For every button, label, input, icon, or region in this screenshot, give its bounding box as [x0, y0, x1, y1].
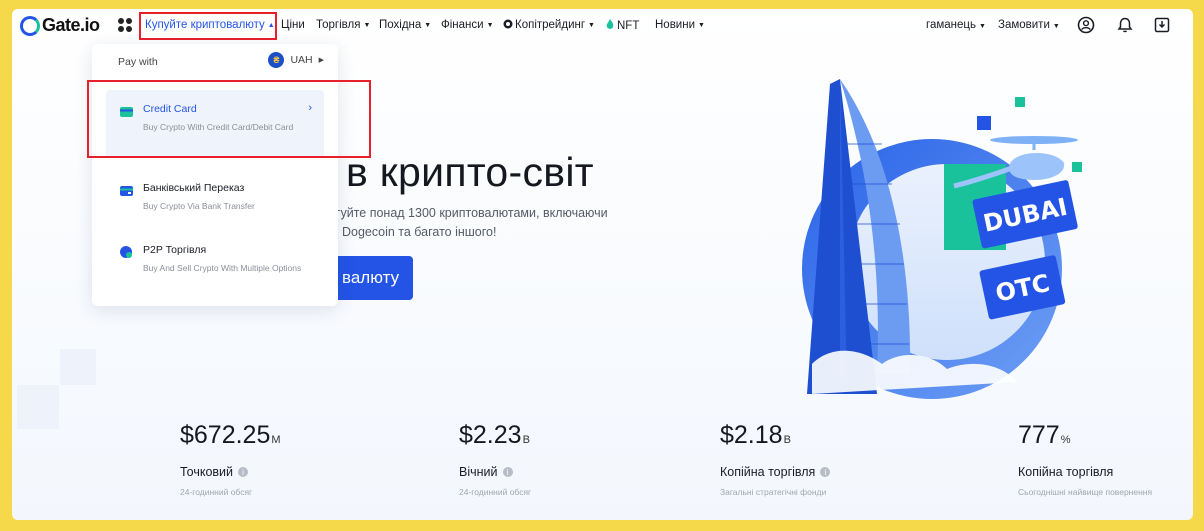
stat-spot-number: $672.25	[180, 421, 271, 449]
p2p-title: P2P Торгівля	[143, 244, 207, 256]
currency-selector[interactable]: ₴ UAH ▶	[268, 52, 324, 68]
nav-finance-label: Фінанси	[441, 19, 484, 31]
apps-icon[interactable]	[118, 18, 132, 32]
nav-prices[interactable]: Ціни	[281, 19, 305, 31]
nav-derivatives-label: Похідна	[379, 19, 422, 31]
chevron-down-icon: ▼	[978, 23, 986, 30]
stat-perpetual: $2.23B Вічний i 24-годинний обсяг	[459, 421, 531, 497]
info-icon[interactable]: i	[820, 467, 831, 477]
bell-icon[interactable]	[1116, 16, 1134, 34]
info-icon[interactable]: i	[238, 467, 249, 477]
download-icon[interactable]	[1153, 16, 1171, 34]
stat-spot-label: Точковий i	[180, 465, 249, 479]
nav-trade-label: Торгівля	[316, 19, 361, 31]
wallet-label: гаманець	[926, 19, 976, 31]
nav-news-label: Новини	[655, 19, 696, 31]
wallet-menu[interactable]: гаманець ▼	[926, 19, 986, 31]
menu-item-bank-transfer[interactable]: Банківський Переказ Buy Crypto Via Bank …	[106, 170, 324, 220]
nav-nft-label: NFT	[617, 20, 640, 32]
chevron-down-icon: ▼	[486, 22, 494, 29]
currency-label: UAH	[290, 54, 313, 66]
stat-copy-return-description: Сьогоднішні найвище повернення	[1018, 487, 1153, 497]
bank-transfer-title: Банківський Переказ	[143, 182, 245, 194]
chevron-down-icon: ▼	[424, 22, 432, 29]
stat-copy-return-label: Копійна торгівля	[1018, 465, 1113, 479]
stat-spot: $672.25M Точковий i 24-годинний обсяг	[180, 421, 281, 497]
page-frame: Gate.io Купуйте криптовалюту ▲ Ціни Торгі…	[12, 9, 1193, 520]
copy-trading-icon	[503, 19, 513, 29]
pay-with-label: Pay with	[118, 56, 158, 68]
chevron-down-icon: ▼	[363, 22, 371, 29]
stat-copy-return-label-text: Копійна торгівля	[1018, 465, 1114, 479]
nav-trade[interactable]: Торгівля ▼	[316, 19, 370, 31]
hero-title: в крипто-світ	[346, 149, 594, 195]
stat-copy-trading-funds: $2.18B Копійна торгівля i Загальні страте…	[720, 421, 831, 497]
stat-copy-funds-unit: B	[783, 434, 791, 446]
stat-perpetual-description: 24-годинний обсяг	[459, 487, 532, 497]
stat-copy-funds-label-text: Копійна торгівля	[720, 465, 816, 479]
stat-copy-funds-description: Загальні стратегічні фонди	[720, 487, 827, 497]
stat-perpetual-number: $2.23	[459, 421, 522, 449]
nav-nft[interactable]: NFT	[606, 19, 639, 32]
p2p-icon	[120, 246, 132, 258]
hero-subtitle-line-1: оргуйте понад 1300 криптовалютами, включ…	[322, 206, 608, 220]
gate-logo-icon	[20, 15, 40, 36]
nav-prices-label: Ціни	[281, 19, 305, 31]
bank-transfer-icon	[120, 186, 133, 196]
chevron-right-icon: ▶	[318, 57, 324, 64]
stat-perpetual-unit: B	[522, 434, 530, 446]
hero-subtitle-line-2: Dogecoin та багато іншого!	[342, 225, 497, 239]
dubai-otc-illustration: DUBAI OTC	[802, 79, 1082, 399]
chevron-down-icon: ▼	[698, 22, 705, 29]
stat-spot-description: 24-годинний обсяг	[180, 487, 253, 497]
flame-icon	[606, 19, 614, 29]
nav-news[interactable]: Новини ▼	[655, 19, 705, 31]
chevron-down-icon: ▼	[588, 22, 595, 29]
stat-copy-funds-number: $2.18	[720, 421, 783, 449]
nav-finance[interactable]: Фінанси ▼	[441, 19, 494, 31]
gate-logo[interactable]: Gate.io	[20, 15, 100, 36]
nav-copy-trading[interactable]: Копітрейдинг ▼	[503, 19, 595, 31]
orders-label: Замовити	[998, 19, 1050, 31]
nav-derivatives[interactable]: Похідна ▼	[379, 19, 431, 31]
orders-menu[interactable]: Замовити ▼	[998, 19, 1060, 31]
stat-copy-return-unit: %	[1060, 434, 1071, 446]
highlight-box-buy-crypto	[139, 12, 277, 40]
user-icon[interactable]	[1077, 16, 1095, 34]
menu-item-p2p[interactable]: P2P Торгівля Buy And Sell Crypto With Mu…	[106, 230, 324, 290]
info-icon[interactable]: i	[502, 467, 513, 477]
stat-copy-return-value: 777%	[1018, 421, 1071, 450]
p2p-description: Buy And Sell Crypto With Multiple Option…	[143, 263, 302, 273]
cta-button-label: валюту	[342, 268, 400, 287]
nav-copy-trading-label: Копітрейдинг	[515, 19, 586, 31]
stat-spot-value: $672.25M	[180, 421, 281, 450]
stat-perpetual-label-text: Вічний	[459, 465, 498, 479]
stat-perpetual-label: Вічний i	[459, 465, 513, 479]
top-navigation: Gate.io Купуйте криптовалюту ▲ Ціни Торгі…	[12, 9, 1193, 43]
chevron-down-icon: ▼	[1052, 23, 1060, 30]
stat-copy-funds-value: $2.18B	[720, 421, 791, 450]
bank-transfer-description: Buy Crypto Via Bank Transfer	[143, 201, 255, 211]
stat-copy-return-number: 777	[1018, 421, 1060, 449]
hero-subtitle: оргуйте понад 1300 криптовалютами, включ…	[322, 204, 642, 242]
decor-square	[60, 349, 96, 385]
stat-spot-unit: M	[271, 434, 281, 446]
decor-square	[17, 385, 59, 429]
stat-copy-funds-label: Копійна торгівля i	[720, 465, 831, 479]
uah-coin-icon: ₴	[268, 52, 285, 68]
brand-name: Gate.io	[42, 15, 100, 35]
stat-perpetual-value: $2.23B	[459, 421, 530, 450]
stat-copy-trading-return: 777% Копійна торгівля Сьогоднішні найвищ…	[1018, 421, 1152, 497]
highlight-box-credit-card	[87, 80, 371, 158]
stat-spot-label-text: Точковий	[180, 465, 234, 479]
